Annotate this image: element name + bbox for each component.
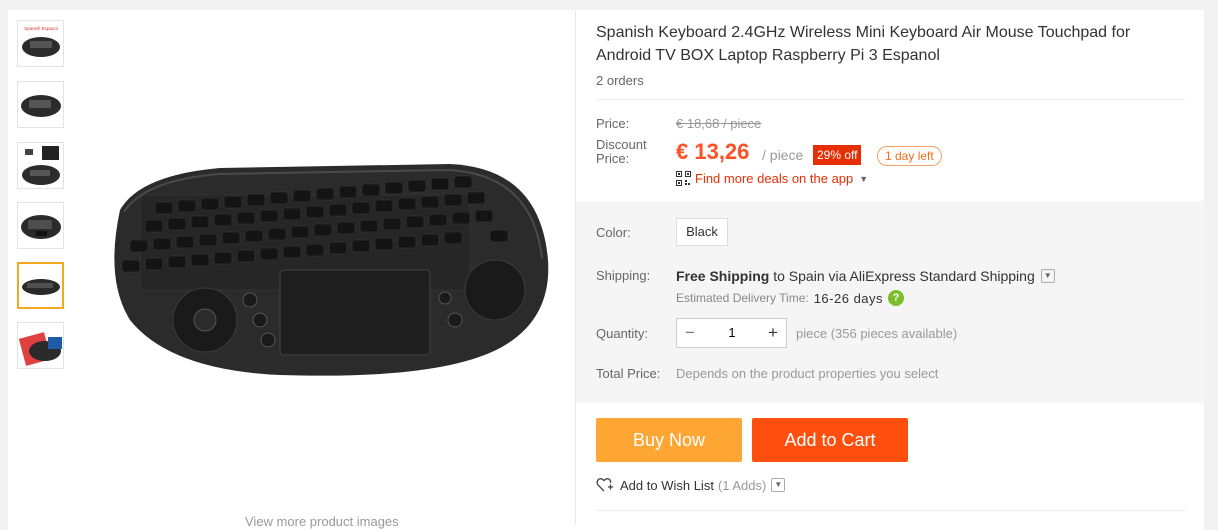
discount-badge: 29% off <box>813 145 862 165</box>
add-to-cart-button[interactable]: Add to Cart <box>752 418 908 462</box>
quantity-label: Quantity: <box>596 326 649 341</box>
color-option-black[interactable]: Black <box>676 218 728 246</box>
wishlist-label: Add to Wish List <box>620 477 714 493</box>
orders-count: 2 orders <box>596 73 644 88</box>
delivery-estimate: Estimated Delivery Time: 16-26 days ? <box>676 290 905 306</box>
help-icon[interactable]: ? <box>888 290 905 306</box>
chevron-down-icon: ▼ <box>859 173 869 184</box>
product-main-image <box>114 164 549 376</box>
shipping-info: Free Shipping to Spain via AliExpress St… <box>676 268 1055 284</box>
quantity-stepper: − + <box>676 318 787 348</box>
current-price: € 13,26 <box>676 139 750 164</box>
color-label: Color: <box>596 225 631 240</box>
total-price-label: Total Price: <box>596 366 661 381</box>
heart-plus-icon <box>596 478 613 492</box>
shipping-dropdown-icon[interactable]: ▼ <box>1040 269 1055 283</box>
wishlist-link[interactable]: Add to Wish List (1 Adds) ▼ <box>596 477 786 493</box>
decrease-quantity-button[interactable]: − <box>677 319 703 347</box>
divider <box>596 99 1186 100</box>
discount-price-label: Discount Price: <box>596 137 647 166</box>
buy-now-button[interactable]: Buy Now <box>596 418 742 462</box>
touchpad-graphic <box>279 269 431 356</box>
thumbnail-1[interactable]: Spanish Espanol <box>17 20 64 67</box>
product-title: Spanish Keyboard 2.4GHz Wireless Mini Ke… <box>596 24 1131 64</box>
free-shipping-text: Free Shipping <box>676 268 770 284</box>
shipping-destination: to Spain via AliExpress Standard Shippin… <box>769 268 1035 284</box>
eta-days: 16-26 days <box>813 290 884 306</box>
increase-quantity-button[interactable]: + <box>760 319 786 347</box>
divider <box>596 510 1186 511</box>
thumbnail-6[interactable] <box>17 322 64 369</box>
thumbnail-1-caption: Spanish Espanol <box>24 26 58 31</box>
app-deals-link[interactable]: Find more deals on the app ▼ <box>676 171 868 186</box>
qr-code-icon <box>676 171 691 186</box>
eta-label: Estimated Delivery Time: <box>676 291 809 305</box>
thumbnail-3[interactable] <box>17 142 64 189</box>
wishlist-count: (1 Adds) <box>717 477 767 493</box>
thumbnail-4[interactable] <box>17 202 64 249</box>
thumbnail-2[interactable] <box>17 81 64 128</box>
original-price: € 18,68 / piece <box>676 116 762 131</box>
quantity-input[interactable] <box>707 319 757 347</box>
price-label: Price: <box>596 116 630 131</box>
time-left-badge: 1 day left <box>877 146 942 166</box>
thumbnail-5[interactable] <box>17 262 64 309</box>
more-images-caption[interactable]: View more product images <box>245 514 399 529</box>
price-unit: / piece <box>762 147 804 163</box>
quantity-available: piece (356 pieces available) <box>796 326 958 341</box>
shipping-label: Shipping: <box>596 268 651 283</box>
total-price-value: Depends on the product properties you se… <box>676 366 939 381</box>
chevron-down-icon[interactable]: ▼ <box>771 478 786 492</box>
app-deals-label: Find more deals on the app <box>695 171 854 186</box>
